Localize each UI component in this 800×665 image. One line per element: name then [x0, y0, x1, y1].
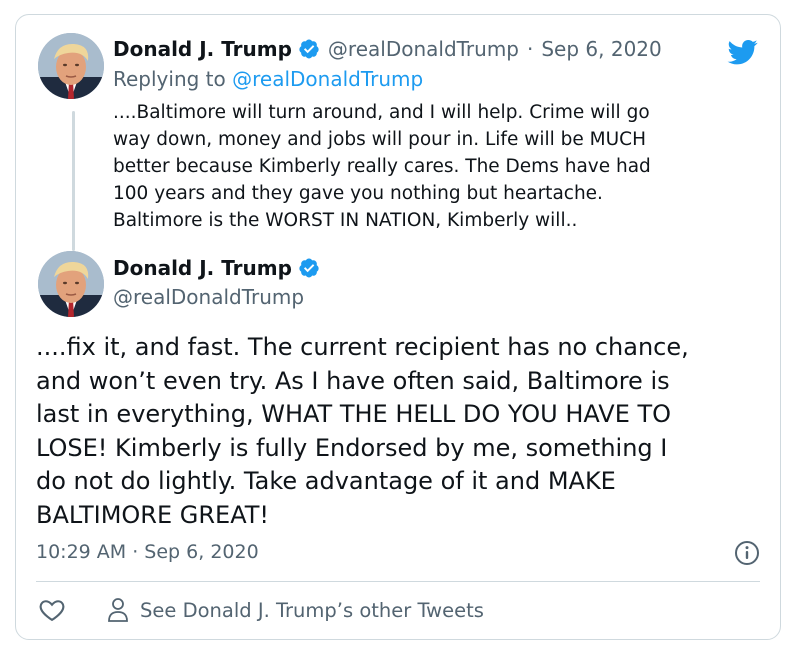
- replying-to: Replying to @realDonaldTrump: [113, 67, 423, 91]
- reply-tweet-header: Donald J. Trump @realDonaldTrump · Sep 6…: [113, 37, 662, 61]
- divider: [36, 581, 760, 582]
- main-tweet-header: Donald J. Trump: [113, 256, 320, 280]
- separator-dot: ·: [527, 37, 534, 61]
- verified-badge-icon: [299, 258, 319, 278]
- reply-tweet-text: ....Baltimore will turn around, and I wi…: [113, 102, 651, 231]
- replying-label: Replying to: [113, 67, 226, 91]
- author-handle[interactable]: @realDonaldTrump: [328, 37, 519, 61]
- see-other-tweets-link[interactable]: See Donald J. Trump’s other Tweets: [106, 596, 484, 624]
- replying-handle-link[interactable]: @realDonaldTrump: [232, 67, 423, 91]
- twitter-bird-icon[interactable]: [726, 37, 760, 67]
- verified-badge-icon: [299, 39, 319, 59]
- tweet-date[interactable]: Sep 6, 2020: [541, 37, 661, 61]
- info-icon[interactable]: [733, 539, 761, 567]
- see-other-tweets-label: See Donald J. Trump’s other Tweets: [140, 598, 484, 622]
- author-name[interactable]: Donald J. Trump: [113, 37, 292, 61]
- avatar[interactable]: [38, 33, 104, 99]
- main-tweet-text: ....fix it, and fast. The current recipi…: [36, 333, 689, 529]
- avatar[interactable]: [38, 251, 104, 317]
- tweet-timestamp[interactable]: 10:29 AM · Sep 6, 2020: [36, 541, 259, 563]
- thread-connector-line: [72, 111, 75, 251]
- heart-icon[interactable]: [38, 596, 66, 624]
- author-name[interactable]: Donald J. Trump: [113, 256, 292, 280]
- person-icon: [108, 598, 128, 622]
- embedded-tweet-card: Donald J. Trump @realDonaldTrump · Sep 6…: [15, 14, 781, 640]
- author-handle[interactable]: @realDonaldTrump: [113, 285, 304, 309]
